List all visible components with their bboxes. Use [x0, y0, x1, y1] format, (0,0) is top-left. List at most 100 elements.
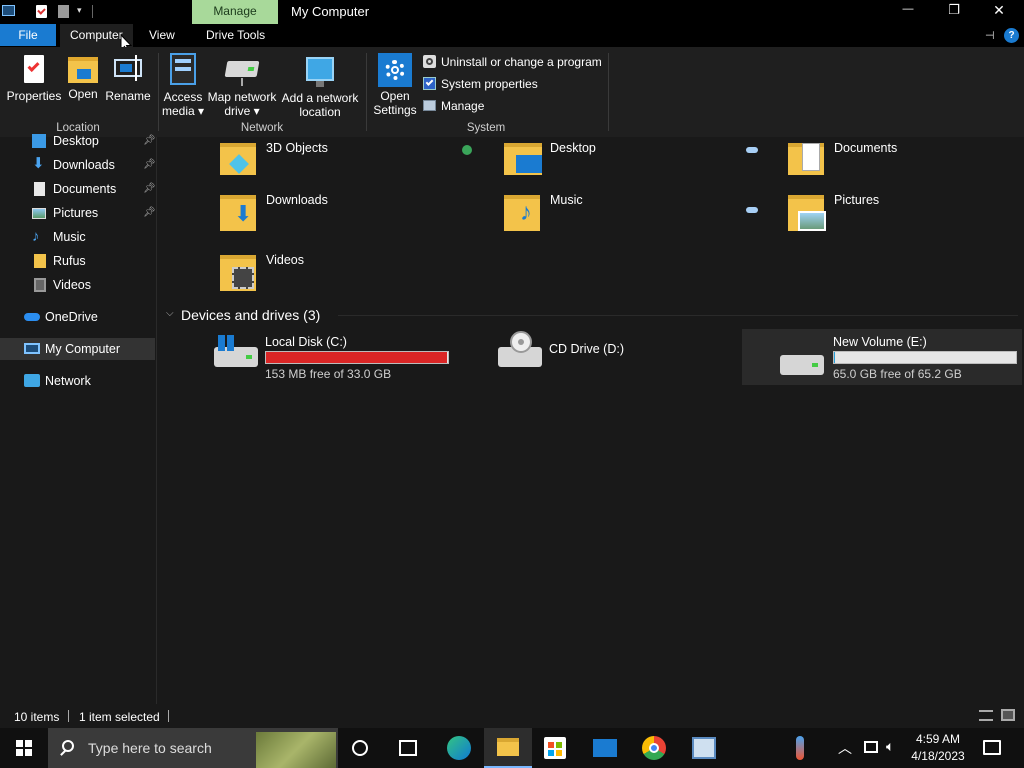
- manage-label: Manage: [441, 99, 485, 113]
- mail-icon[interactable]: [593, 739, 617, 757]
- nav-item-pictures[interactable]: Pictures 📌︎: [0, 202, 157, 224]
- nav-item-documents[interactable]: Documents 📌︎: [0, 178, 157, 200]
- pin-ribbon-icon[interactable]: ⊣: [985, 29, 995, 42]
- folder-3d-objects-icon: [220, 143, 256, 175]
- network-group-label: Network: [240, 122, 284, 134]
- manage-context-tab[interactable]: Manage: [192, 0, 278, 24]
- drive-c[interactable]: Local Disk (C:) 153 MB free of 33.0 GB: [210, 333, 450, 385]
- tab-view[interactable]: View: [139, 24, 185, 46]
- network-tray-icon[interactable]: [864, 741, 878, 753]
- windows-start-icon[interactable]: [16, 740, 32, 756]
- edge-icon[interactable]: [447, 736, 471, 760]
- chrome-icon[interactable]: [642, 736, 666, 760]
- map-drive-label-1: Map network: [207, 90, 277, 104]
- nav-label: Music: [53, 230, 86, 244]
- folder-music[interactable]: ♪ Music: [504, 193, 774, 251]
- open-button[interactable]: Open: [64, 55, 102, 101]
- nav-item-network[interactable]: Network: [0, 370, 157, 392]
- rename-button[interactable]: Rename: [104, 55, 152, 103]
- file-explorer-taskbar-icon[interactable]: [484, 728, 532, 768]
- notifications-icon[interactable]: [983, 740, 1001, 755]
- clock-date[interactable]: 4/18/2023: [908, 749, 968, 763]
- ribbon-tabs: File Computer View Drive Tools ⊣ ?: [0, 24, 1024, 53]
- nav-label: Documents: [53, 182, 117, 196]
- add-network-location-button[interactable]: Add a network location: [280, 53, 360, 119]
- folder-documents-icon: [788, 143, 824, 175]
- nav-label: Desktop: [53, 134, 99, 148]
- minimize-button[interactable]: —: [894, 3, 922, 15]
- volume-icon[interactable]: 🔈︎: [886, 738, 894, 755]
- add-location-label-1: Add a network: [281, 91, 359, 105]
- drive-free-label: 65.0 GB free of 65.2 GB: [833, 367, 962, 381]
- pin-icon[interactable]: 📌︎: [143, 130, 156, 152]
- devices-section-chevron-icon[interactable]: ⌵: [166, 308, 174, 319]
- nav-item-onedrive[interactable]: OneDrive: [0, 306, 157, 328]
- map-network-drive-button[interactable]: Map network drive ▾: [206, 53, 278, 118]
- add-location-label-2: location: [299, 105, 341, 119]
- nav-item-my-computer[interactable]: My Computer: [0, 338, 155, 360]
- task-view-icon[interactable]: [399, 740, 417, 756]
- nav-item-rufus[interactable]: Rufus: [0, 250, 157, 272]
- details-view-icon[interactable]: [979, 710, 993, 721]
- close-button[interactable]: ✕: [985, 2, 1013, 19]
- item-count: 10 items: [14, 710, 60, 724]
- devices-section-header[interactable]: Devices and drives (3): [181, 307, 320, 323]
- open-settings-button[interactable]: Open Settings: [370, 53, 420, 117]
- title-bar: ▾ Manage My Computer — ❐ ✕: [0, 0, 1024, 24]
- drive-e[interactable]: New Volume (E:) 65.0 GB free of 65.2 GB: [742, 329, 1022, 385]
- access-media-button[interactable]: Access media ▾: [160, 53, 206, 118]
- tab-drive-tools[interactable]: Drive Tools: [196, 24, 275, 46]
- network-icon: [24, 374, 40, 387]
- uninstall-program-button[interactable]: Uninstall or change a program: [423, 54, 608, 70]
- system-properties-label: System properties: [441, 77, 538, 91]
- thermometer-icon[interactable]: [796, 736, 804, 760]
- pin-icon[interactable]: 📌︎: [143, 178, 156, 200]
- drive-label: New Volume (E:): [833, 335, 927, 349]
- cortana-icon[interactable]: [352, 740, 368, 756]
- network-drive-icon: [224, 61, 260, 77]
- nav-label: Pictures: [53, 206, 99, 220]
- system-properties-button[interactable]: System properties: [423, 76, 543, 92]
- media-server-icon: [170, 53, 196, 85]
- customize-quick-access-icon[interactable]: ▾: [77, 5, 82, 16]
- folder-documents[interactable]: Documents: [788, 141, 1024, 199]
- properties-button[interactable]: Properties: [4, 55, 64, 103]
- drive-icon: [780, 355, 824, 375]
- tab-file[interactable]: File: [0, 24, 56, 46]
- nav-label: My Computer: [45, 342, 121, 356]
- new-folder-quick-icon[interactable]: [58, 5, 69, 18]
- nav-item-desktop[interactable]: Desktop 📌︎: [0, 130, 157, 152]
- status-separator: [68, 710, 69, 722]
- drive-e-usage-fill: [834, 352, 835, 363]
- pin-icon[interactable]: 📌︎: [143, 154, 156, 176]
- folder-label: Pictures: [834, 193, 880, 207]
- nav-item-downloads[interactable]: ⬇ Downloads 📌︎: [0, 154, 157, 176]
- folder-music-icon: ♪: [504, 195, 540, 231]
- show-hidden-icons-chevron-icon[interactable]: ︿: [838, 738, 852, 758]
- folder-desktop[interactable]: Desktop: [504, 141, 774, 199]
- folder-videos[interactable]: Videos: [220, 253, 490, 311]
- pin-icon[interactable]: 📌︎: [143, 202, 156, 224]
- remote-desktop-icon[interactable]: [692, 737, 716, 759]
- folder-downloads[interactable]: ⬇ Downloads: [220, 193, 490, 251]
- search-box[interactable]: Type here to search: [48, 728, 338, 768]
- ribbon-separator: [158, 53, 159, 131]
- folder-3d-objects[interactable]: 3D Objects: [220, 141, 490, 199]
- large-icons-view-icon[interactable]: [1001, 709, 1015, 721]
- maximize-button[interactable]: ❐: [940, 2, 968, 18]
- nav-item-music[interactable]: ♪ Music: [0, 226, 157, 248]
- navigation-pane: Desktop 📌︎ ⬇ Downloads 📌︎ Documents 📌︎ P…: [0, 134, 157, 704]
- status-separator: [168, 710, 169, 722]
- nav-item-videos[interactable]: Videos: [0, 274, 157, 296]
- rename-icon: [114, 55, 142, 81]
- search-placeholder: Type here to search: [88, 740, 212, 756]
- store-icon[interactable]: [544, 737, 566, 759]
- clock-time[interactable]: 4:59 AM: [908, 732, 968, 746]
- folder-label: 3D Objects: [266, 141, 328, 155]
- drive-d[interactable]: CD Drive (D:): [494, 331, 734, 385]
- properties-quick-icon[interactable]: [36, 5, 47, 18]
- cloud-status-icon: [746, 207, 758, 213]
- help-icon[interactable]: ?: [1004, 28, 1019, 43]
- folder-pictures[interactable]: Pictures: [788, 193, 1024, 251]
- manage-button[interactable]: Manage: [423, 98, 503, 114]
